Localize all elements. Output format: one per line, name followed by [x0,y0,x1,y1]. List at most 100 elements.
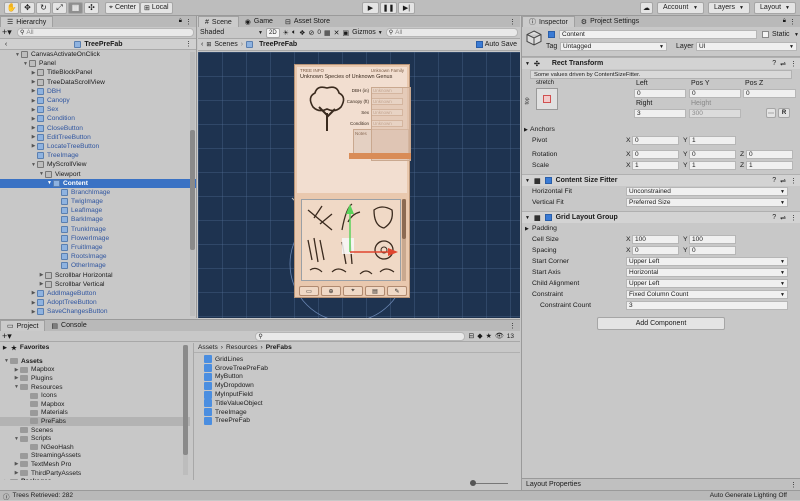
constraint-count-input[interactable]: 3 [626,301,788,310]
layout-dropdown[interactable]: Layout ▼ [754,2,796,14]
account-dropdown[interactable]: Account ▼ [657,2,704,14]
spacing-y-input[interactable]: 0 [689,246,736,255]
hierarchy-item[interactable]: FlowerImage [0,234,196,243]
chevron-down-icon[interactable]: ▼ [13,384,20,390]
chevron-down-icon[interactable]: ▼ [30,162,37,168]
hierarchy-item[interactable]: ▶DBH [0,87,196,96]
project-folder-item[interactable]: PreFabs [0,417,190,426]
transform-tool-icon[interactable]: ✣ [84,2,99,14]
vertical-fit-dropdown[interactable]: Preferred Size ▼ [626,198,788,207]
visibility-icon[interactable]: 👁︎ [495,332,504,340]
project-file-item[interactable]: MyInputField [194,390,520,399]
auto-save-checkbox[interactable] [476,41,483,48]
hierarchy-item[interactable]: LeafImage [0,206,196,215]
tab-project[interactable]: ▭ Project [0,320,45,331]
chevron-right-icon[interactable]: ▶ [30,134,37,140]
project-folder-item[interactable]: ▶ThirdPartyAssets [0,469,190,478]
hierarchy-item[interactable]: ▶Scrollbar Horizontal [0,271,196,280]
chevron-right-icon[interactable]: ▶ [38,281,45,287]
chevron-down-icon[interactable]: ▼ [794,32,799,38]
hierarchy-item[interactable]: ▶Sex [0,105,196,114]
rotation-x-input[interactable]: 0 [632,150,679,159]
chevron-right-icon[interactable]: ▶ [30,309,37,315]
hierarchy-scrollbar[interactable] [190,52,195,316]
hierarchy-item[interactable]: BranchImage [0,188,196,197]
constraint-dropdown[interactable]: Fixed Column Count ▼ [626,290,788,299]
anchors-row[interactable]: ▶ Anchors [522,124,800,135]
project-folder-item[interactable]: ▶Packages [0,477,190,480]
project-file-item[interactable]: TreeImage [194,408,520,417]
tag-dropdown[interactable]: Untagged ▼ [560,42,667,51]
project-folder-item[interactable]: Materials [0,409,190,418]
hierarchy-item[interactable]: FruitImage [0,243,196,252]
project-folder-item[interactable]: ▼Assets [0,357,190,366]
grid-layout-group-header[interactable]: ▼ ▦ Grid Layout Group ? ⇌ ⋮ [522,211,800,223]
lock-icon[interactable]: 🔒︎ [179,18,182,25]
tab-scene[interactable]: # Scene [198,16,239,27]
hierarchy-item[interactable]: BarkImage [0,215,196,224]
effects-icon[interactable]: ❖ [299,29,305,37]
breadcrumb-prefab[interactable]: TreePreFab [259,41,297,48]
project-folder-item[interactable]: Icons [0,391,190,400]
adopt-tree-button-icon[interactable]: ⊕ [321,286,341,296]
back-arrow-icon[interactable]: ‹ [0,41,12,48]
hierarchy-item[interactable]: ▼MyScrollView [0,160,196,169]
filter-type-icon[interactable]: ⊟ [468,332,474,340]
tab-hierarchy[interactable]: ☰ Hierarchy [0,16,53,27]
start-axis-dropdown[interactable]: Horizontal ▼ [626,268,788,277]
hierarchy-item[interactable]: ▶Scrollbar Vertical [0,280,196,289]
back-arrow-icon[interactable]: ‹ [201,41,203,48]
lock-icon[interactable]: 🔒︎ [783,18,786,25]
content-size-fitter-enabled[interactable] [545,177,552,184]
blueprint-mode-button[interactable]: ⋯ [766,108,776,118]
tab-inspector[interactable]: ⓘ Inspector [522,16,575,27]
rotation-z-input[interactable]: 0 [746,150,793,159]
move-gizmo-icon[interactable] [330,192,400,262]
kebab-menu-icon[interactable]: ⋮ [185,40,192,48]
hierarchy-item[interactable]: ▶Canopy [0,96,196,105]
hierarchy-item[interactable]: ▼CanvasActivateOnClick [0,50,196,59]
kebab-menu-icon[interactable]: ⋮ [509,322,516,330]
favorites-row[interactable]: ▶ ★ Favorites [0,343,190,352]
rotation-y-input[interactable]: 0 [689,150,736,159]
hierarchy-item[interactable]: OtherImage [0,261,196,270]
add-component-button[interactable]: Add Component [597,317,725,330]
breadcrumb-prefabs[interactable]: PreFabs [266,344,292,351]
scene-viewport[interactable]: TREE INFO Unknown Family Unknown Species… [198,52,520,318]
right-input[interactable]: 3 [634,109,686,118]
pivot-space-toggle[interactable]: ⊞ Local [140,2,173,14]
hierarchy-item[interactable]: ▶TreeDataScrollView [0,78,196,87]
lighting-status[interactable]: Auto Generate Lighting Off [710,492,787,499]
project-tree-scrollbar[interactable] [183,345,188,475]
posz-input[interactable]: 0 [743,89,796,98]
chevron-down-icon[interactable]: ▼ [38,171,45,177]
start-corner-dropdown[interactable]: Upper Left ▼ [626,257,788,266]
status-message[interactable]: Trees Retrieved: 282 [13,492,73,499]
left-input[interactable]: 0 [634,89,686,98]
tab-console[interactable]: ▤ Console [45,320,92,331]
step-button-icon[interactable]: ▶| [398,2,415,14]
chevron-down-icon[interactable]: ▼ [13,436,20,442]
mode-2d-toggle[interactable]: 2D [266,28,280,38]
chevron-right-icon[interactable]: ▶ [30,290,37,296]
project-folder-item[interactable]: StreamingAssets [0,452,190,461]
hierarchy-item[interactable]: TreeImage [0,151,196,160]
hierarchy-item[interactable]: ▶AdoptTreeButton [0,298,196,307]
scale-z-input[interactable]: 1 [746,161,793,170]
hierarchy-item[interactable]: TwigImage [0,197,196,206]
grid-layout-group-enabled[interactable] [545,214,552,221]
play-button-icon[interactable]: ▶ [362,2,379,14]
chevron-right-icon[interactable]: ▶ [13,367,20,373]
chevron-right-icon[interactable]: ▶ [13,470,20,476]
breadcrumb-scenes[interactable]: Scenes [214,41,237,48]
grid-scrollbar-thumb[interactable] [402,199,406,239]
chevron-right-icon[interactable]: ▶ [30,79,37,85]
add-icon[interactable]: +▾ [2,27,14,38]
cell-size-x-input[interactable]: 100 [632,235,679,244]
project-folder-item[interactable]: ▶TextMesh Pro [0,460,190,469]
layer-dropdown[interactable]: UI ▼ [696,42,797,51]
move-tool-icon[interactable]: ✥ [20,2,35,14]
rect-transform-header[interactable]: ▼ ✣ Rect Transform ? ⇌ ⋮ [522,57,800,69]
hierarchy-item[interactable]: ▶Condition [0,114,196,123]
hand-tool-icon[interactable]: ✋ [4,2,19,14]
